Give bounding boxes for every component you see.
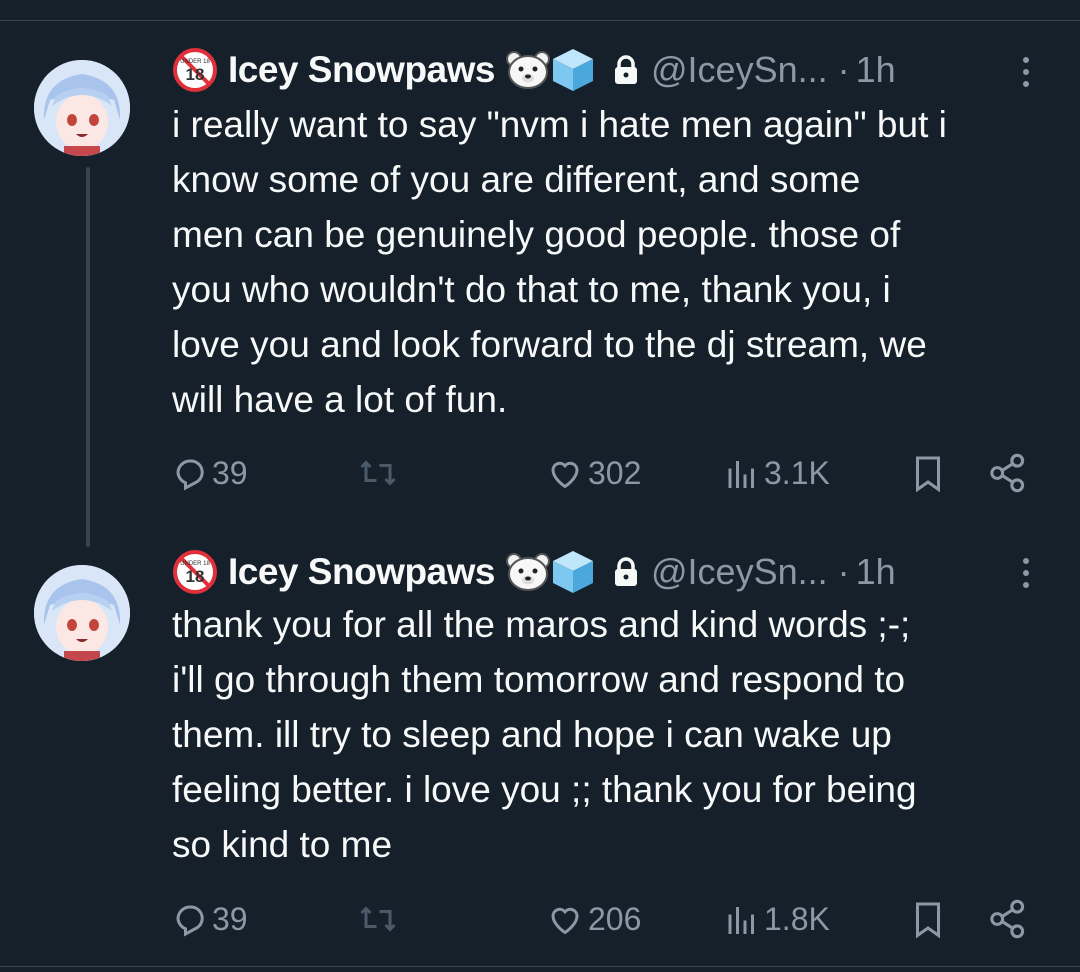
tweet-header: UNDER 18 18 Icey Snowpaws @IceySn... · 1… bbox=[172, 48, 896, 92]
reply-button[interactable]: 39 bbox=[172, 448, 248, 498]
tweet-header: UNDER 18 18 Icey Snowpaws @IceySn... · 1… bbox=[172, 550, 896, 594]
ice-cube-icon bbox=[553, 49, 593, 91]
views-button[interactable]: 3.1K bbox=[724, 448, 830, 498]
views-count: 3.1K bbox=[764, 454, 830, 491]
avatar[interactable] bbox=[34, 565, 130, 661]
ice-cube-icon bbox=[553, 551, 593, 593]
svg-text:18: 18 bbox=[186, 65, 205, 84]
lock-icon bbox=[615, 55, 637, 84]
lock-icon bbox=[615, 557, 637, 586]
reply-icon bbox=[176, 905, 204, 937]
views-button[interactable]: 1.8K bbox=[724, 894, 830, 944]
polar-bear-icon bbox=[506, 553, 550, 591]
avatar[interactable] bbox=[34, 60, 130, 156]
retweet-button[interactable] bbox=[358, 448, 398, 498]
like-icon bbox=[551, 907, 579, 935]
separator-dot: · bbox=[837, 551, 850, 592]
views-icon bbox=[728, 461, 754, 488]
more-icon[interactable] bbox=[1016, 52, 1036, 92]
bookmark-icon[interactable] bbox=[910, 448, 946, 498]
under-18-icon: UNDER 18 18 bbox=[173, 550, 217, 594]
reply-count: 39 bbox=[212, 454, 248, 491]
retweet-icon bbox=[360, 460, 396, 486]
tweet-text: thank you for all the maros and kind wor… bbox=[172, 604, 917, 865]
retweet-icon bbox=[360, 906, 396, 932]
views-count: 1.8K bbox=[764, 900, 830, 937]
like-icon bbox=[551, 461, 579, 489]
bookmark-icon[interactable] bbox=[910, 894, 946, 944]
timestamp[interactable]: 1h bbox=[856, 551, 896, 593]
tweet-actions: 39 302 3.1K bbox=[172, 448, 1032, 498]
display-name[interactable]: Icey Snowpaws bbox=[228, 49, 496, 91]
svg-text:18: 18 bbox=[186, 567, 205, 586]
bottom-divider bbox=[0, 966, 1080, 967]
more-icon[interactable] bbox=[1016, 553, 1036, 593]
reply-icon bbox=[176, 459, 204, 491]
like-count: 206 bbox=[588, 900, 642, 937]
timestamp[interactable]: 1h bbox=[856, 49, 896, 91]
share-icon[interactable] bbox=[988, 894, 1028, 944]
like-button[interactable]: 206 bbox=[546, 894, 641, 944]
reply-button[interactable]: 39 bbox=[172, 894, 248, 944]
tweet-text: i really want to say "nvm i hate men aga… bbox=[172, 104, 947, 420]
top-divider bbox=[0, 0, 1080, 21]
display-name[interactable]: Icey Snowpaws bbox=[228, 551, 496, 593]
views-icon bbox=[728, 907, 754, 934]
handle[interactable]: @IceySn... bbox=[651, 49, 828, 91]
under-18-icon: UNDER 18 18 bbox=[173, 48, 217, 92]
like-count: 302 bbox=[588, 454, 642, 491]
handle[interactable]: @IceySn... bbox=[651, 551, 828, 593]
retweet-button[interactable] bbox=[358, 894, 398, 944]
separator-dot: · bbox=[837, 49, 850, 90]
reply-count: 39 bbox=[212, 900, 248, 937]
share-icon[interactable] bbox=[988, 448, 1028, 498]
tweet-actions: 39 206 1.8K bbox=[172, 894, 1032, 944]
polar-bear-icon bbox=[506, 51, 550, 89]
thread-connector bbox=[86, 167, 90, 547]
like-button[interactable]: 302 bbox=[546, 448, 641, 498]
